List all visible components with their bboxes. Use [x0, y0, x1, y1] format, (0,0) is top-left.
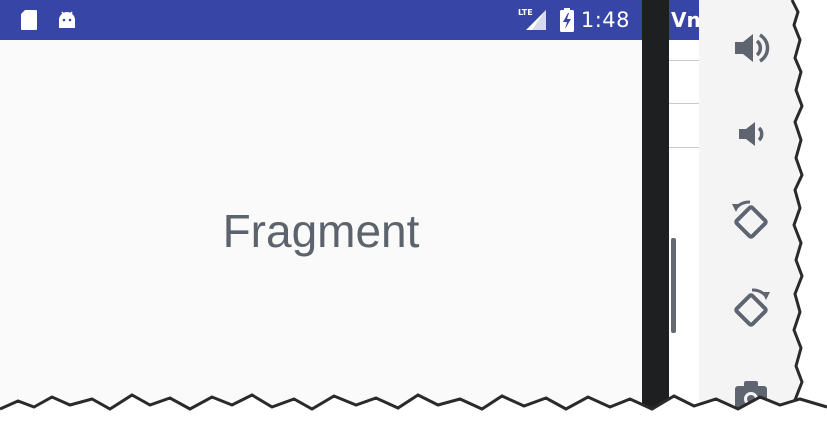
- status-time: 1:48: [580, 8, 630, 32]
- rotate-right-button[interactable]: [727, 286, 775, 334]
- volume-down-icon: [739, 122, 764, 146]
- sd-card-icon: [20, 9, 38, 36]
- divider-line: [669, 147, 699, 148]
- torn-edge-right: [790, 0, 827, 435]
- phone-screen: LTE 1:48 Fragment: [0, 0, 642, 435]
- rotate-right-icon: [734, 288, 770, 327]
- volume-down-button[interactable]: [727, 110, 775, 158]
- android-icon: [57, 10, 77, 35]
- background-window: Vn: [669, 0, 699, 435]
- divider-line: [669, 103, 699, 104]
- battery-charging-icon: [560, 8, 574, 37]
- emulator-toolbar: [699, 0, 799, 435]
- volume-up-button[interactable]: [727, 24, 775, 72]
- volume-up-icon: [735, 33, 770, 63]
- rotate-left-icon: [732, 200, 768, 239]
- fragment-container: Fragment: [0, 40, 642, 435]
- rotate-left-button[interactable]: [727, 198, 775, 246]
- fragment-label: Fragment: [222, 205, 420, 257]
- network-type-label: LTE: [518, 8, 533, 17]
- scrollbar[interactable]: [671, 238, 676, 333]
- torn-edge-bottom: [0, 393, 827, 435]
- status-bar: LTE 1:48: [0, 0, 642, 40]
- background-window-title: Vn: [669, 0, 699, 40]
- divider-line: [669, 60, 699, 61]
- window-divider: [642, 0, 669, 435]
